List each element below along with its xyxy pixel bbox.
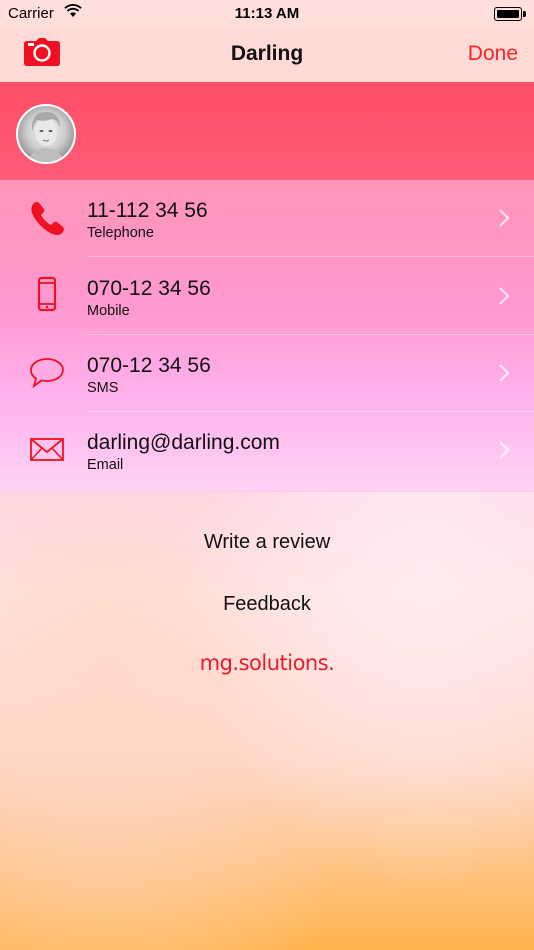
profile-header: [0, 82, 534, 180]
contact-label: SMS: [87, 380, 119, 396]
contact-value: 070-12 34 56: [87, 354, 211, 377]
contact-value: 070-12 34 56: [87, 277, 211, 300]
nav-bar: Darling Done: [0, 28, 534, 82]
status-bar: Carrier 11:13 AM: [0, 0, 534, 28]
battery-icon: [494, 7, 526, 21]
chevron-right-icon: [498, 440, 510, 460]
contact-row-sms[interactable]: 070-12 34 56 SMS: [0, 335, 534, 412]
contact-list: 11-112 34 56 Telephone 070-12 34 56 Mobi…: [0, 180, 534, 492]
feedback-link[interactable]: Feedback: [0, 593, 534, 616]
write-review-link[interactable]: Write a review: [0, 531, 534, 554]
page-title: Darling: [230, 42, 304, 65]
avatar[interactable]: [16, 104, 76, 164]
brand-logo[interactable]: mg.solutions.: [0, 651, 534, 675]
contact-row-telephone[interactable]: 11-112 34 56 Telephone: [0, 180, 534, 257]
row-divider: [87, 256, 534, 257]
mobile-icon: [28, 276, 66, 314]
done-button[interactable]: Done: [468, 42, 518, 66]
contact-value: 11-112 34 56: [87, 199, 208, 222]
phone-icon: [28, 198, 66, 236]
chevron-right-icon: [498, 286, 510, 306]
contact-label: Mobile: [87, 303, 130, 319]
envelope-icon: [28, 430, 66, 468]
contact-label: Email: [87, 457, 124, 473]
contact-row-email[interactable]: darling@darling.com Email: [0, 412, 534, 489]
chevron-right-icon: [498, 363, 510, 383]
contact-value: darling@darling.com: [87, 431, 280, 454]
chevron-right-icon: [498, 208, 510, 228]
speech-bubble-icon: [28, 353, 66, 391]
contact-label: Telephone: [87, 225, 154, 241]
contact-row-mobile[interactable]: 070-12 34 56 Mobile: [0, 258, 534, 335]
clock: 11:13 AM: [234, 5, 300, 22]
